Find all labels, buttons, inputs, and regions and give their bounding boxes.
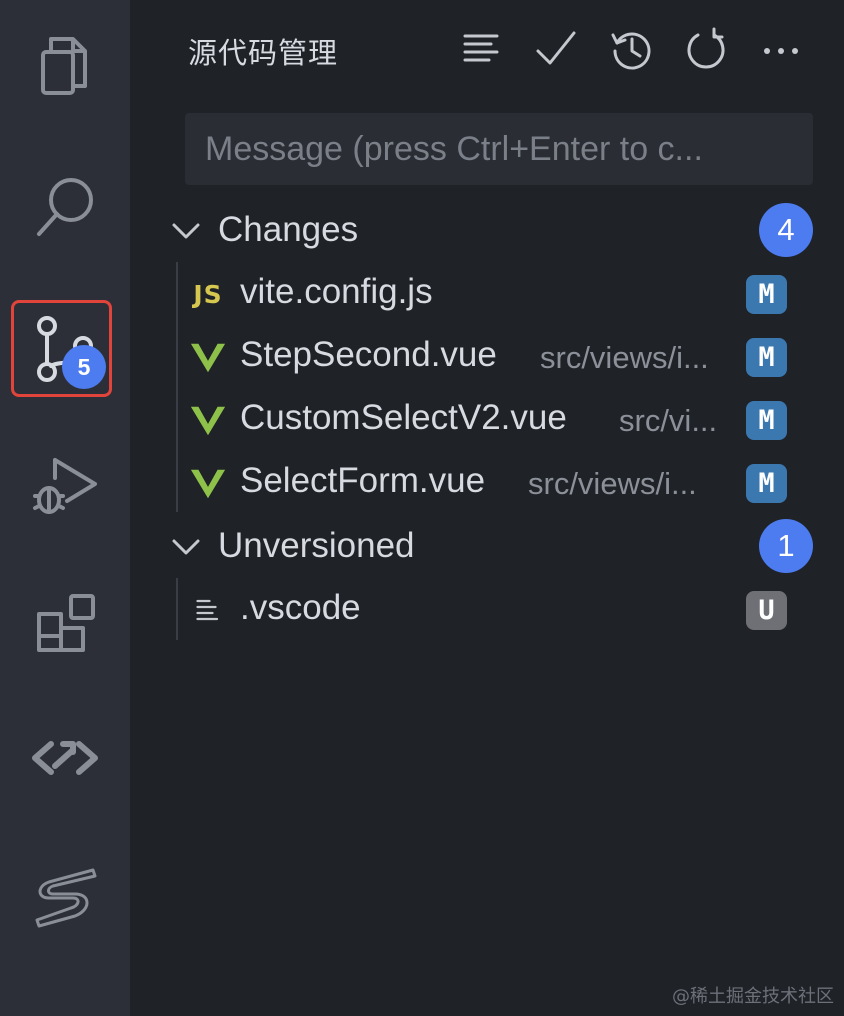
vue-icon bbox=[188, 463, 228, 503]
refresh-button[interactable] bbox=[681, 24, 731, 74]
vue-icon bbox=[188, 337, 228, 377]
file-path: src/views/i... bbox=[540, 340, 709, 375]
run-debug-button[interactable] bbox=[0, 434, 130, 534]
commit-message-input[interactable] bbox=[185, 113, 813, 185]
extensions-button[interactable] bbox=[0, 570, 130, 670]
s-logo-button[interactable] bbox=[0, 846, 130, 946]
more-actions-button[interactable] bbox=[756, 24, 806, 74]
watermark: @稀土掘金技术社区 bbox=[672, 986, 834, 1007]
search-button[interactable] bbox=[0, 156, 130, 256]
unversioned-section-header[interactable]: Unversioned 1 bbox=[130, 516, 844, 576]
list-tree-icon bbox=[463, 34, 499, 62]
modified-status-badge: M bbox=[746, 401, 787, 440]
file-path: src/views/i... bbox=[528, 466, 697, 501]
source-control-badge: 5 bbox=[62, 345, 106, 389]
remote-explorer-icon bbox=[32, 741, 98, 775]
file-row-select-form[interactable]: SelectForm.vue src/views/i... M bbox=[130, 451, 844, 514]
file-row-step-second[interactable]: StepSecond.vue src/views/i... M bbox=[130, 325, 844, 388]
activity-bar: 5 bbox=[0, 0, 130, 1016]
file-path: src/vi... bbox=[619, 403, 718, 438]
commit-button[interactable] bbox=[531, 24, 581, 74]
file-name: SelectForm.vue bbox=[240, 461, 486, 500]
vue-icon bbox=[188, 400, 228, 440]
panel-header: 源代码管理 bbox=[130, 0, 844, 100]
file-row-vite-config[interactable]: JS vite.config.js M bbox=[130, 262, 844, 325]
run-debug-icon bbox=[33, 458, 97, 514]
remote-explorer-button[interactable] bbox=[0, 708, 130, 808]
search-icon bbox=[37, 178, 93, 236]
history-button[interactable] bbox=[606, 24, 656, 74]
file-row-vscode[interactable]: .vscode U bbox=[130, 578, 844, 641]
check-icon bbox=[536, 31, 576, 65]
changes-label: Changes bbox=[218, 210, 359, 249]
explorer-button[interactable] bbox=[0, 16, 130, 116]
modified-status-badge: M bbox=[746, 338, 787, 377]
unversioned-count-badge: 1 bbox=[759, 519, 813, 573]
changes-count-badge: 4 bbox=[759, 203, 813, 257]
file-name: StepSecond.vue bbox=[240, 335, 497, 374]
file-name: vite.config.js bbox=[240, 272, 433, 311]
chevron-down-icon bbox=[172, 223, 200, 239]
changes-section-header[interactable]: Changes 4 bbox=[130, 200, 844, 260]
file-name: .vscode bbox=[240, 588, 361, 627]
s-logo-icon bbox=[35, 868, 97, 928]
commit-message-box bbox=[185, 113, 813, 185]
modified-status-badge: M bbox=[746, 275, 787, 314]
panel-title: 源代码管理 bbox=[188, 36, 339, 70]
untracked-status-badge: U bbox=[746, 591, 787, 630]
js-file-icon: JS bbox=[193, 279, 223, 309]
extensions-icon bbox=[37, 594, 95, 652]
more-icon bbox=[764, 48, 798, 54]
view-as-tree-button[interactable] bbox=[456, 24, 506, 74]
file-row-custom-select-v2[interactable]: CustomSelectV2.vue src/vi... M bbox=[130, 388, 844, 451]
files-icon bbox=[41, 37, 87, 95]
file-name: CustomSelectV2.vue bbox=[240, 398, 567, 437]
source-control-panel: 源代码管理 Message (press Ctrl+Enter to c... … bbox=[130, 0, 844, 1016]
history-icon bbox=[611, 32, 651, 70]
unversioned-label: Unversioned bbox=[218, 526, 415, 565]
modified-status-badge: M bbox=[746, 464, 787, 503]
file-lines-icon bbox=[188, 590, 228, 630]
refresh-icon bbox=[687, 27, 725, 69]
chevron-down-icon bbox=[172, 539, 200, 555]
